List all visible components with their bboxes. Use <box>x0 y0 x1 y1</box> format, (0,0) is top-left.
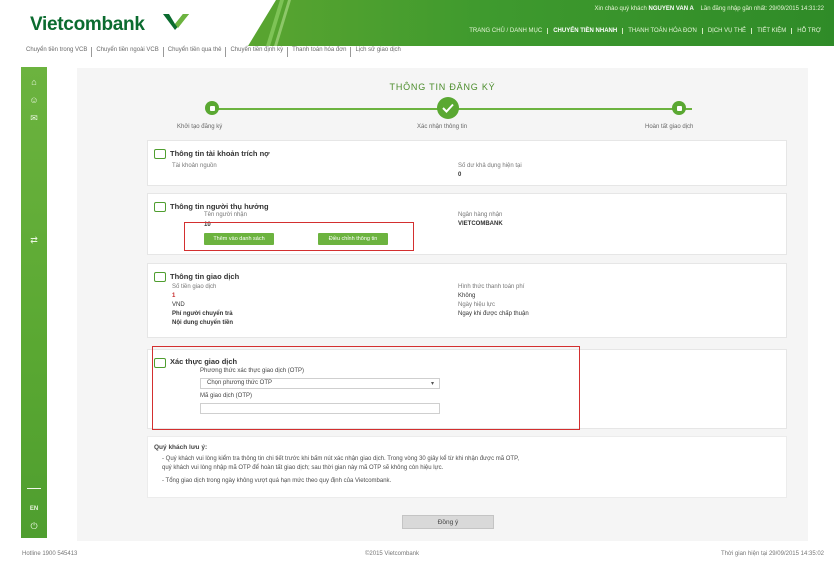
nav-item-bill-payment[interactable]: THANH TOÁN HÓA ĐƠN <box>623 28 703 34</box>
transaction-icon <box>154 272 166 282</box>
sub-nav-item[interactable]: Chuyển tiền trong VCB <box>22 47 93 57</box>
sub-nav: Chuyển tiền trong VCB Chuyển tiền ngoài … <box>22 47 405 57</box>
greeting-prefix: Xin chào quý khách <box>594 6 647 12</box>
step-2-label: Xác nhận thông tin <box>417 124 468 130</box>
brand-logo[interactable]: Vietcombank <box>30 14 145 36</box>
check-icon <box>442 103 454 113</box>
highlight-beneficiary-actions <box>184 222 414 251</box>
left-sidebar: ⌂ ☺ ✉ ⇄ EN ⏻ <box>21 67 47 538</box>
top-header: Vietcombank Xin chào quý khách NGUYEN VA… <box>0 0 834 46</box>
account-icon <box>154 149 166 159</box>
transaction-panel: Thông tin giao dịch Số tiền giao dịch 1 … <box>147 263 787 338</box>
step-1-label: Khởi tạo đăng ký <box>177 124 223 130</box>
sub-nav-item[interactable]: Chuyển tiền định kỳ <box>226 47 289 57</box>
notes-panel: Quý khách lưu ý: - Quý khách vui lòng ki… <box>147 436 787 498</box>
beneficiary-panel-title: Thông tin người thụ hưởng <box>170 202 269 211</box>
notes-line: - Tổng giao dịch trong ngày không vượt q… <box>162 478 392 484</box>
account-panel: Thông tin tài khoản trích nợ Tài khoản n… <box>147 140 787 186</box>
step-2-dot <box>437 97 459 119</box>
home-icon[interactable]: ⌂ <box>27 75 41 89</box>
account-panel-title: Thông tin tài khoản trích nợ <box>170 149 270 158</box>
chart-icon[interactable]: ⇄ <box>27 233 41 247</box>
sub-nav-item[interactable]: Lịch sử giao dịch <box>351 47 404 57</box>
fee-type-label: Hình thức thanh toán phí <box>458 284 525 290</box>
main-nav: TRANG CHỦ / DANH MỤC CHUYỂN TIỀN NHANH T… <box>464 28 826 34</box>
beneficiary-name-label: Tên người nhận <box>204 212 247 218</box>
receiving-bank-label: Ngân hàng nhận <box>458 212 503 218</box>
notes-line: quý khách vui lòng nhập mã OTP để hoàn t… <box>162 465 444 471</box>
language-icon[interactable]: EN <box>27 502 41 516</box>
receiving-bank-value: VIETCOMBANK <box>458 221 503 227</box>
sub-nav-item[interactable]: Chuyển tiền ngoài VCB <box>92 47 164 57</box>
sub-nav-item[interactable]: Chuyển tiền qua thẻ <box>164 47 227 57</box>
beneficiary-icon <box>154 202 166 212</box>
source-account-label: Tài khoản nguồn <box>172 163 217 169</box>
effective-date-value: Ngay khi được chấp thuận <box>458 311 529 317</box>
user-greeting: Xin chào quý khách NGUYEN VAN A Lần đăng… <box>594 6 824 12</box>
power-icon[interactable]: ⏻ <box>27 519 41 533</box>
user-name[interactable]: NGUYEN VAN A <box>649 6 694 12</box>
last-login: Lần đăng nhập gần nhất: 29/09/2015 14:31… <box>700 6 824 12</box>
nav-item-home[interactable]: TRANG CHỦ / DANH MỤC <box>464 28 549 34</box>
sidebar-divider <box>27 488 41 489</box>
fee-payer-value: Phí người chuyển trả <box>172 311 233 317</box>
fee-type-value: Không <box>458 293 476 299</box>
nav-item-support[interactable]: HỖ TRỢ <box>792 28 826 34</box>
nav-item-cards[interactable]: DỊCH VỤ THẺ <box>703 28 753 34</box>
highlight-authentication <box>152 346 580 430</box>
footer-copyright: ©2015 Vietcombank <box>365 551 420 557</box>
step-3-label: Hoàn tất giao dịch <box>645 124 694 130</box>
wallet-icon[interactable]: ✉ <box>27 111 41 125</box>
nav-item-savings[interactable]: TIẾT KIỆM <box>752 28 793 34</box>
footer-hotline: Hotline 1900 545413 <box>22 551 78 557</box>
footer: Hotline 1900 545413 ©2015 Vietcombank Th… <box>0 545 834 565</box>
sub-nav-item[interactable]: Thanh toán hóa đơn <box>288 47 352 57</box>
notes-line: - Quý khách vui lòng kiểm tra thông tin … <box>162 456 519 462</box>
amount-label: Số tiền giao dịch <box>172 284 217 290</box>
user-icon[interactable]: ☺ <box>27 93 41 107</box>
balance-label: Số dư khả dụng hiện tại <box>458 163 522 169</box>
header-stripe-decoration <box>266 0 291 46</box>
confirm-button[interactable]: Đồng ý <box>402 515 494 529</box>
content-value: Nội dung chuyển tiền <box>172 320 233 326</box>
main-content: THÔNG TIN ĐĂNG KÝ Khởi tạo đăng ký Xác n… <box>77 68 808 541</box>
transaction-panel-title: Thông tin giao dịch <box>170 272 240 281</box>
page-title: THÔNG TIN ĐĂNG KÝ <box>389 82 496 92</box>
step-1-dot <box>205 101 219 115</box>
effective-date-label: Ngày hiệu lực <box>458 302 496 308</box>
footer-clock: Thời gian hiện tại 29/09/2015 14:35:02 <box>720 551 824 557</box>
step-3-dot <box>672 101 686 115</box>
amount-value: 1 <box>172 293 176 299</box>
nav-item-fast-transfer[interactable]: CHUYỂN TIỀN NHANH <box>548 28 624 34</box>
currency-value: VND <box>172 302 185 308</box>
balance-value: 0 <box>458 172 462 178</box>
notes-title: Quý khách lưu ý: <box>154 444 208 451</box>
brand-mark-icon <box>163 14 189 30</box>
